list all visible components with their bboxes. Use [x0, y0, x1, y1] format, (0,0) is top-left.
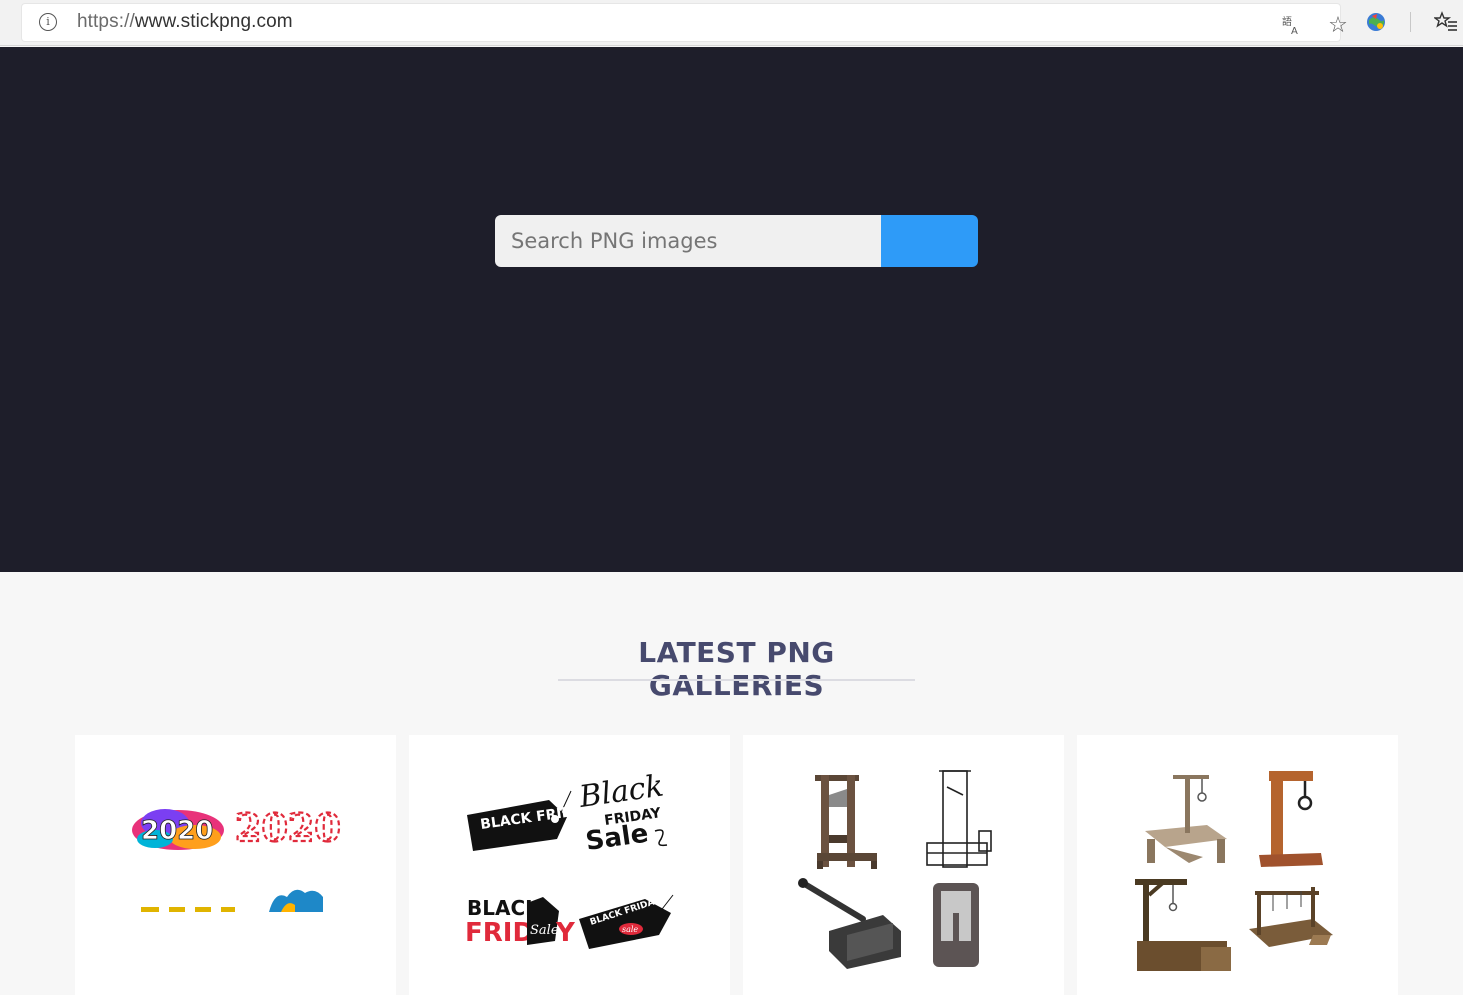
- thumb-text-sale-red: sale: [622, 925, 638, 934]
- gallery-thumbnail: [798, 770, 992, 969]
- extension-icon[interactable]: [1364, 10, 1388, 34]
- toolbar-separator: [1410, 12, 1411, 32]
- address-bar[interactable]: i https://www.stickpng.com 語A ☆: [22, 4, 1348, 41]
- gallery-card-2020[interactable]: 2020 2020: [75, 735, 396, 995]
- search-bar: [495, 215, 978, 267]
- gallery-card-guillotine[interactable]: [743, 735, 1064, 995]
- hero-banner: [0, 47, 1463, 572]
- translate-icon[interactable]: 語A: [1280, 14, 1304, 38]
- url-text[interactable]: https://www.stickpng.com: [77, 11, 293, 33]
- gallery-thumbnail: [1135, 771, 1333, 971]
- thumb-text-sale-small: Sale: [530, 923, 559, 938]
- search-input[interactable]: [495, 215, 881, 267]
- gallery-thumbnail: BLACK FRIDAY Black FRIDAY Sale BLACK FRI…: [465, 769, 674, 949]
- thumb-cropped-graphics: [141, 889, 323, 912]
- browser-toolbar: i https://www.stickpng.com 語A ☆: [0, 0, 1463, 46]
- section-title: LATEST PNG GALLERIES: [638, 636, 835, 702]
- thumb-text-sale: Sale: [584, 818, 650, 856]
- info-icon[interactable]: i: [39, 13, 57, 31]
- title-underline: [558, 679, 915, 681]
- gallery-thumbnail: 2020 2020: [132, 804, 342, 912]
- gallery-card-black-friday[interactable]: BLACK FRIDAY Black FRIDAY Sale BLACK FRI…: [409, 735, 730, 995]
- star-icon[interactable]: ☆: [1326, 14, 1350, 38]
- url-scheme: https://: [77, 11, 135, 32]
- thumb-text-2020-a: 2020: [141, 816, 213, 846]
- search-button[interactable]: [881, 215, 978, 267]
- thumb-text-2020-b: 2020: [235, 805, 341, 850]
- thumb-text-y: Y: [555, 918, 576, 948]
- favorites-icon[interactable]: [1432, 10, 1458, 34]
- thumb-text-frid: FRID: [465, 918, 534, 948]
- url-host: www.stickpng.com: [134, 11, 293, 32]
- gallery-card-gallows[interactable]: [1077, 735, 1398, 995]
- svg-text:A: A: [1291, 26, 1298, 36]
